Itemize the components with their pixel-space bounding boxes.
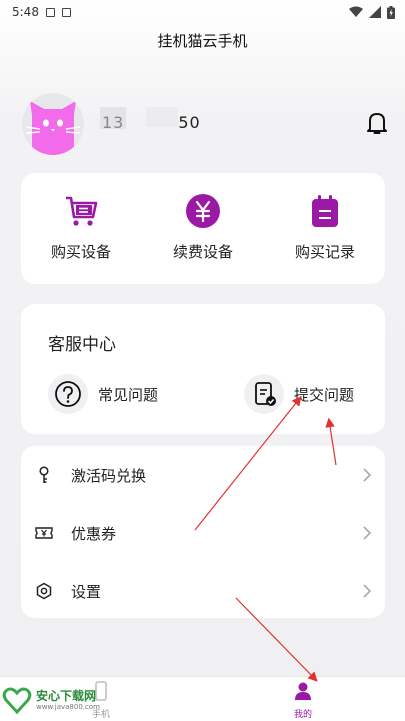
renew-device-button[interactable]: 续费设备 [148,193,258,262]
status-time: 5:48 [12,5,39,19]
clipboard-icon [312,195,338,227]
faq-icon-container [48,374,88,414]
status-bar: 5:48 [0,0,405,24]
key-icon [39,466,49,483]
submit-doc-icon [255,382,276,406]
notification-a-icon [45,7,55,17]
question-icon [55,381,81,407]
yuan-icon [186,194,220,228]
buy-device-button[interactable]: 购买设备 [26,193,136,262]
submit-issue-label: 提交问题 [294,385,355,404]
watermark-url: www.java800.com [36,702,100,711]
purchase-history-label: 购买记录 [294,243,355,261]
avatar[interactable] [22,93,84,155]
cart-icon [66,196,98,226]
phone-prefix: 13 [102,113,125,132]
cat-avatar-icon [25,101,81,155]
coupon-icon [35,527,53,539]
user-icon [295,682,311,700]
buy-device-label: 购买设备 [50,243,111,261]
menu-item-activation-code[interactable]: 激活码兑换 [21,446,385,504]
settings-menu-card: 激活码兑换 优惠券 设置 [21,446,385,618]
faq-label: 常见问题 [98,385,159,404]
chevron-right-icon [363,584,371,598]
menu-label: 设置 [71,582,102,601]
menu-label: 激活码兑换 [71,466,147,485]
menu-item-coupons[interactable]: 优惠券 [21,504,385,562]
purchase-history-button[interactable]: 购买记录 [270,193,380,262]
battery-icon [387,5,395,19]
notification-screen-icon [61,7,71,17]
tab-mine-label: 我的 [293,710,312,720]
tab-mine[interactable]: 我的 [263,681,343,720]
renew-device-label: 续费设备 [172,243,233,261]
submit-icon-container [244,374,284,414]
faq-button[interactable]: 常见问题 [48,374,158,414]
watermark-title: 安心下载网 [36,688,97,703]
wifi-icon [349,6,363,17]
submit-issue-button[interactable]: 提交问题 [244,374,354,414]
heart-logo-icon [2,687,32,715]
gear-icon [36,582,52,600]
signal-icon [369,6,381,18]
service-title: 客服中心 [48,335,116,355]
menu-item-settings[interactable]: 设置 [21,562,385,620]
customer-service-card: 客服中心 常见问题 提交问题 [21,304,385,434]
bell-icon[interactable] [366,111,388,135]
watermark-logo: 安心下载网 www.java800.com [2,682,100,718]
quick-actions-card: 购买设备 续费设备 购买记录 [21,173,385,284]
chevron-right-icon [363,526,371,540]
phone-number: 13 50 [100,107,201,132]
chevron-right-icon [363,468,371,482]
page-title: 挂机猫云手机 [157,32,248,50]
menu-label: 优惠券 [71,524,117,543]
privacy-mask [146,107,178,127]
profile-section: 13 50 [22,93,392,155]
phone-suffix: 50 [178,113,201,132]
